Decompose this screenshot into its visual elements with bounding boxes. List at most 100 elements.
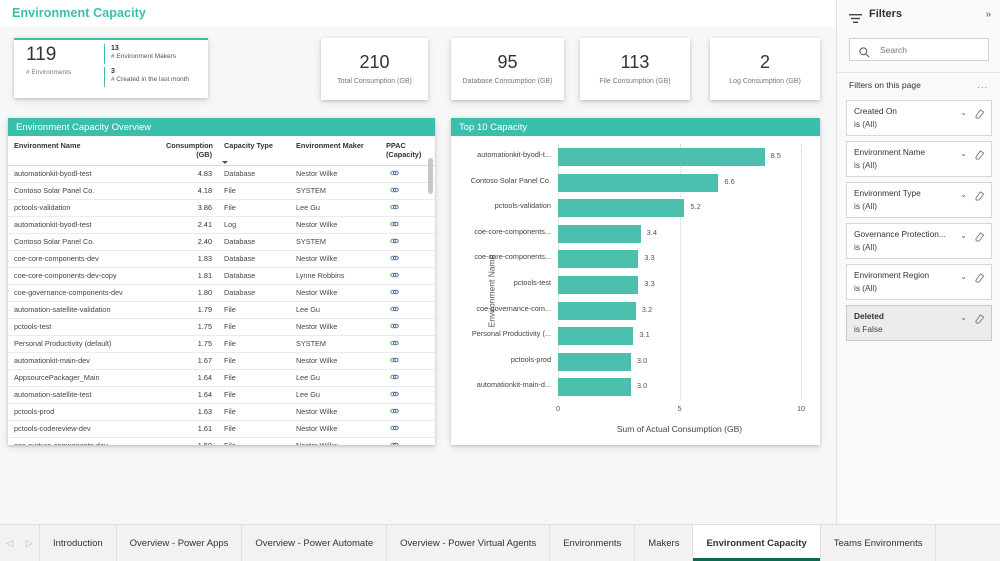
filter-card[interactable]: Environment Name is (All) ⌄ — [846, 141, 992, 177]
page-tab[interactable]: Teams Environments — [821, 525, 937, 561]
table-scroll-region[interactable]: Environment Name Consumption (GB) Capaci… — [8, 136, 435, 445]
chart-bar-row[interactable]: pctools-test 3.3 — [514, 272, 801, 298]
table-row[interactable]: AppsourcePackager_Main 1.64 File Lee Gu — [8, 369, 435, 387]
link-icon[interactable] — [390, 272, 399, 281]
cell-ppac-link[interactable] — [380, 301, 435, 319]
link-icon[interactable] — [390, 374, 399, 383]
chevron-down-icon[interactable]: ⌄ — [960, 272, 967, 281]
chart-bar-row[interactable]: Contoso Solar Panel Co. 6.6 — [471, 170, 801, 196]
link-icon[interactable] — [390, 221, 399, 230]
cell-ppac-link[interactable] — [380, 352, 435, 370]
link-icon[interactable] — [390, 408, 399, 417]
clear-filter-icon[interactable] — [974, 270, 985, 288]
chart-bar[interactable] — [558, 352, 631, 371]
column-header-consumption[interactable]: Consumption (GB) — [160, 136, 228, 166]
table-row[interactable]: automation-satellite-validation 1.79 File L… — [8, 301, 435, 319]
chevron-down-icon[interactable]: ⌄ — [960, 108, 967, 117]
cell-ppac-link[interactable] — [380, 318, 435, 336]
table-row[interactable]: pctools-test 1.75 File Nestor Wilke — [8, 318, 435, 336]
chevron-down-icon[interactable]: ⌄ — [960, 149, 967, 158]
table-row[interactable]: automationkit-main-dev 1.67 File Nestor Wil… — [8, 352, 435, 370]
cell-ppac-link[interactable] — [380, 420, 435, 438]
filter-card[interactable]: Governance Protection... is (All) ⌄ — [846, 223, 992, 259]
filters-search-input[interactable]: Search — [849, 38, 989, 61]
filter-card[interactable]: Environment Type is (All) ⌄ — [846, 182, 992, 218]
cell-ppac-link[interactable] — [380, 437, 435, 445]
page-tab[interactable]: Overview - Power Virtual Agents — [387, 525, 551, 561]
filter-card[interactable]: Deleted is False ⌄ — [846, 305, 992, 341]
chart-bar[interactable] — [558, 378, 631, 397]
kpi-card-total-consumption[interactable]: 210 Total Consumption (GB) — [321, 38, 428, 100]
cell-ppac-link[interactable] — [380, 233, 435, 251]
chevron-down-icon[interactable]: ⌄ — [960, 313, 967, 322]
cell-ppac-link[interactable] — [380, 284, 435, 302]
chart-bar[interactable] — [558, 250, 639, 269]
table-row[interactable]: coe-governance-components-dev 1.80 Databas… — [8, 284, 435, 302]
top-10-capacity-chart-visual[interactable]: Top 10 Capacity Environment Name automat… — [451, 118, 820, 445]
chevron-double-right-icon[interactable]: » — [985, 9, 991, 20]
clear-filter-icon[interactable] — [974, 188, 985, 206]
chart-bar-row[interactable]: coe-governance-com... 3.2 — [476, 298, 801, 324]
tab-prev-button[interactable]: ◁ — [6, 538, 13, 549]
cell-ppac-link[interactable] — [380, 216, 435, 234]
link-icon[interactable] — [390, 255, 399, 264]
link-icon[interactable] — [390, 442, 399, 445]
table-row[interactable]: coe-core-components-dev 1.83 Database Nesto… — [8, 250, 435, 268]
page-tab[interactable]: Overview - Power Apps — [117, 525, 243, 561]
link-icon[interactable] — [390, 306, 399, 315]
filters-section-more-button[interactable]: ... — [977, 80, 988, 90]
chart-bar-row[interactable]: coe-core-components... 3.4 — [474, 221, 801, 247]
table-row[interactable]: Personal Productivity (default) 1.75 File S… — [8, 335, 435, 353]
column-header-environment-name[interactable]: Environment Name — [8, 136, 160, 166]
chart-bar[interactable] — [558, 301, 636, 320]
page-tab[interactable]: Environment Capacity — [693, 525, 821, 561]
table-row[interactable]: coe-nurture-components-dev1.59FileNestor… — [8, 437, 435, 445]
chart-bar[interactable] — [558, 224, 641, 243]
link-icon[interactable] — [390, 391, 399, 400]
table-row[interactable]: pctools-codereview-dev 1.61 File Nestor Wil… — [8, 420, 435, 438]
clear-filter-icon[interactable] — [974, 311, 985, 329]
chart-bar-row[interactable]: automationkit-main-d... 3.0 — [477, 374, 801, 400]
environments-multirow-card[interactable]: 119 # Environments 13 # Environment Make… — [14, 38, 208, 98]
chart-bar-row[interactable]: coe-core-components... 3.3 — [474, 246, 801, 272]
chart-bar[interactable] — [558, 199, 685, 218]
link-icon[interactable] — [390, 340, 399, 349]
chart-bar-row[interactable]: pctools-validation 5.2 — [495, 195, 801, 221]
table-row[interactable]: automation-satellite-test 1.64 File Lee Gu — [8, 386, 435, 404]
link-icon[interactable] — [390, 357, 399, 366]
cell-ppac-link[interactable] — [380, 403, 435, 421]
link-icon[interactable] — [390, 323, 399, 332]
cell-ppac-link[interactable] — [380, 386, 435, 404]
page-tab[interactable]: Overview - Power Automate — [242, 525, 388, 561]
cell-ppac-link[interactable] — [380, 165, 435, 183]
table-scrollbar[interactable] — [428, 158, 433, 443]
filter-card[interactable]: Created On is (All) ⌄ — [846, 100, 992, 136]
cell-ppac-link[interactable] — [380, 335, 435, 353]
table-scrollbar-thumb[interactable] — [428, 158, 433, 194]
chart-bar[interactable] — [558, 275, 639, 294]
chart-bar[interactable] — [558, 173, 719, 192]
kpi-card-database-consumption[interactable]: 95 Database Consumption (GB) — [451, 38, 564, 100]
chart-bar[interactable] — [558, 148, 765, 166]
table-row[interactable]: pctools-prod 1.63 File Nestor Wilke — [8, 403, 435, 421]
chart-bar-row[interactable]: Personal Productivity (... 3.1 — [472, 323, 801, 349]
environment-capacity-table-visual[interactable]: Environment Capacity Overview Environmen… — [8, 118, 435, 445]
clear-filter-icon[interactable] — [974, 147, 985, 165]
table-row[interactable]: pctools-validation 3.86 File Lee Gu — [8, 199, 435, 217]
table-row[interactable]: coe-core-components-dev-copy 1.81 Database… — [8, 267, 435, 285]
link-icon[interactable] — [390, 425, 399, 434]
cell-ppac-link[interactable] — [380, 250, 435, 268]
chart-bar-row[interactable]: pctools-prod 3.0 — [511, 349, 801, 375]
clear-filter-icon[interactable] — [974, 106, 985, 124]
kpi-card-log-consumption[interactable]: 2 Log Consumption (GB) — [710, 38, 820, 100]
link-icon[interactable] — [390, 187, 399, 196]
link-icon[interactable] — [390, 170, 399, 179]
cell-ppac-link[interactable] — [380, 182, 435, 200]
column-header-environment-maker[interactable]: Environment Maker — [290, 136, 380, 166]
table-row[interactable]: automationkit-byodl-test 2.41 Log Nestor Wi… — [8, 216, 435, 234]
link-icon[interactable] — [390, 289, 399, 298]
filter-card[interactable]: Environment Region is (All) ⌄ — [846, 264, 992, 300]
page-tab[interactable]: Introduction — [40, 525, 117, 561]
cell-ppac-link[interactable] — [380, 199, 435, 217]
column-header-capacity-type[interactable]: Capacity Type — [218, 136, 290, 166]
